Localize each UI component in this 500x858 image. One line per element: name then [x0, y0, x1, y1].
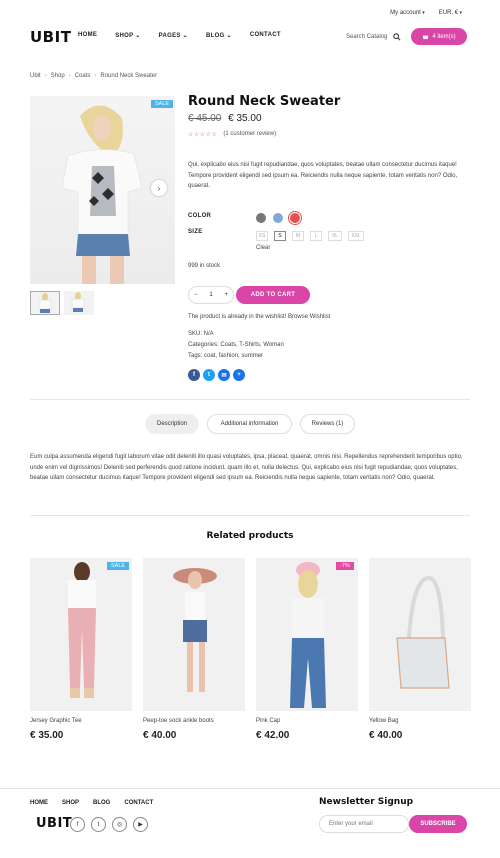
- sku: SKU: N/A: [188, 331, 214, 337]
- youtube-icon[interactable]: ▶: [133, 817, 148, 832]
- product-card-name[interactable]: Peep-toe sock ankle boots: [143, 718, 214, 724]
- current-price: € 35.00: [228, 113, 262, 124]
- product-card-price: € 42.00: [256, 730, 290, 741]
- quantity-value[interactable]: 1: [209, 292, 212, 298]
- quantity-stepper[interactable]: − 1 +: [188, 286, 234, 304]
- breadcrumb-coats[interactable]: Coats: [75, 73, 91, 79]
- thumbnail-1[interactable]: [30, 291, 60, 315]
- newsletter-title: Newsletter Signup: [319, 797, 414, 807]
- twitter-icon[interactable]: t: [91, 817, 106, 832]
- size-l[interactable]: L: [310, 231, 322, 241]
- site-logo[interactable]: UBIT: [30, 28, 71, 46]
- main-nav: HOME SHOP PAGES BLOG CONTACT: [78, 32, 281, 39]
- thumbnail-2[interactable]: [64, 291, 94, 315]
- size-s[interactable]: S: [274, 231, 286, 241]
- product-card-name[interactable]: Yellow Bag: [369, 718, 398, 724]
- old-price: € 45.00: [188, 113, 222, 124]
- search-box[interactable]: Search Catalog: [346, 33, 401, 41]
- swatch-red[interactable]: [290, 213, 300, 223]
- my-account-link[interactable]: My account: [390, 10, 425, 16]
- breadcrumb-home[interactable]: Ubit: [30, 73, 41, 79]
- product-card-image[interactable]: [369, 558, 471, 711]
- size-xs[interactable]: XS: [256, 231, 268, 241]
- size-xxl[interactable]: XXL: [348, 231, 364, 241]
- footer-nav: HOME SHOP BLOG CONTACT: [30, 800, 153, 806]
- discount-badge: -7%: [336, 562, 354, 570]
- breadcrumb-shop[interactable]: Shop: [51, 73, 65, 79]
- product-card-name[interactable]: Pink Cap: [256, 718, 280, 724]
- swatch-grey[interactable]: [256, 213, 266, 223]
- related-products-title: Related products: [206, 531, 294, 541]
- tab-additional-information[interactable]: Additional information: [207, 414, 292, 434]
- breadcrumb-current: Round Neck Sweater: [100, 73, 158, 79]
- footer-link-blog[interactable]: BLOG: [93, 800, 110, 806]
- product-card-image[interactable]: [256, 558, 358, 711]
- share-more-icon[interactable]: +: [233, 369, 245, 381]
- nav-contact[interactable]: CONTACT: [250, 32, 281, 39]
- product-card-price: € 35.00: [30, 730, 64, 741]
- product-title: Round Neck Sweater: [188, 94, 341, 109]
- product-card-image[interactable]: [143, 558, 245, 711]
- footer-link-contact[interactable]: CONTACT: [124, 800, 153, 806]
- twitter-icon[interactable]: t: [203, 369, 215, 381]
- basket-icon: [423, 35, 429, 39]
- facebook-icon[interactable]: f: [70, 817, 85, 832]
- cart-button[interactable]: 4 item(s): [411, 28, 467, 45]
- review-link[interactable]: (1 customer review): [223, 131, 276, 138]
- size-options: XS S M L XL XXL: [256, 231, 364, 241]
- stock-status: 999 in stock: [188, 263, 221, 269]
- email-field[interactable]: Enter your email: [319, 815, 409, 833]
- footer-link-home[interactable]: HOME: [30, 800, 48, 806]
- rating: ☆☆☆☆☆ (1 customer review): [188, 131, 276, 138]
- clear-selection[interactable]: Clear: [256, 245, 270, 251]
- search-icon[interactable]: [393, 33, 401, 41]
- currency-selector[interactable]: EUR, €: [439, 10, 462, 16]
- short-description: Qui, explicabo eius nisi fugit repudiand…: [188, 162, 458, 189]
- email-icon[interactable]: ✉: [218, 369, 230, 381]
- facebook-icon[interactable]: f: [188, 369, 200, 381]
- long-description: Eum culpa assumenda eligendi fugit labor…: [30, 454, 463, 481]
- search-input[interactable]: Search Catalog: [346, 34, 387, 40]
- nav-pages[interactable]: PAGES: [159, 32, 188, 39]
- product-card-price: € 40.00: [143, 730, 177, 741]
- divider: [30, 399, 470, 400]
- color-label: COLOR: [188, 213, 212, 219]
- color-swatches: [256, 213, 300, 223]
- subscribe-button[interactable]: SUBSCRIBE: [409, 815, 467, 833]
- breadcrumb: Ubit › Shop › Coats › Round Neck Sweater: [30, 73, 158, 79]
- cart-count: 4 item(s): [432, 33, 456, 40]
- tab-reviews[interactable]: Reviews (1): [300, 414, 355, 434]
- share-buttons: f t ✉ +: [188, 369, 245, 381]
- swatch-blue[interactable]: [273, 213, 283, 223]
- tags: Tags: coat, fashion, summer: [188, 353, 264, 359]
- footer-logo[interactable]: UBIT: [36, 816, 72, 831]
- footer-divider: [0, 788, 500, 789]
- wishlist-notice[interactable]: The product is already in the wishlist! …: [188, 314, 330, 320]
- add-to-cart-button[interactable]: ADD TO CART: [236, 286, 310, 304]
- footer-link-shop[interactable]: SHOP: [62, 800, 79, 806]
- product-card-price: € 40.00: [369, 730, 403, 741]
- product-card-image[interactable]: [30, 558, 132, 711]
- size-xl[interactable]: XL: [328, 231, 342, 241]
- minus-icon[interactable]: −: [194, 292, 198, 298]
- divider: [30, 515, 470, 516]
- size-m[interactable]: M: [292, 231, 304, 241]
- next-image-arrow[interactable]: ›: [151, 180, 167, 196]
- plus-icon[interactable]: +: [224, 292, 228, 298]
- footer-social: f t ◎ ▶: [70, 817, 148, 832]
- nav-blog[interactable]: BLOG: [206, 32, 232, 39]
- nav-shop[interactable]: SHOP: [115, 32, 140, 39]
- chevron-right-icon: ›: [157, 183, 161, 193]
- top-bar: My account EUR, €: [390, 10, 462, 16]
- product-card-name[interactable]: Jersey Graphic Tee: [30, 718, 82, 724]
- size-label: SIZE: [188, 229, 203, 235]
- categories: Categories: Coats, T-Shirts, Woman: [188, 342, 284, 348]
- product-price: € 45.00 € 35.00: [188, 113, 262, 124]
- sale-badge: SALE: [107, 562, 130, 570]
- star-rating-icon: ☆☆☆☆☆: [188, 132, 218, 138]
- tab-description[interactable]: Description: [145, 414, 199, 434]
- instagram-icon[interactable]: ◎: [112, 817, 127, 832]
- sale-badge: SALE: [151, 100, 174, 108]
- nav-home[interactable]: HOME: [78, 32, 97, 39]
